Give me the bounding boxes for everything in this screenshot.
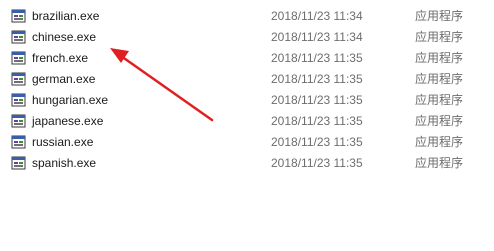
file-row-russian[interactable]: russian.exe 2018/11/23 11:35 应用程序 bbox=[0, 132, 494, 153]
file-type: 应用程序 bbox=[415, 72, 464, 86]
file-row-hungarian[interactable]: hungarian.exe 2018/11/23 11:35 应用程序 bbox=[0, 90, 494, 111]
file-name[interactable]: russian.exe bbox=[32, 134, 93, 150]
file-row-german[interactable]: german.exe 2018/11/23 11:35 应用程序 bbox=[0, 69, 494, 90]
file-type: 应用程序 bbox=[415, 114, 464, 128]
file-modified-date: 2018/11/23 11:34 bbox=[271, 30, 363, 44]
file-type: 应用程序 bbox=[415, 93, 464, 107]
exe-file-icon bbox=[11, 30, 26, 44]
file-type: 应用程序 bbox=[415, 30, 464, 44]
file-type: 应用程序 bbox=[415, 135, 464, 149]
file-list-view: brazilian.exe 2018/11/23 11:34 应用程序 chin… bbox=[0, 0, 494, 251]
file-name[interactable]: french.exe bbox=[32, 50, 88, 66]
file-name[interactable]: chinese.exe bbox=[32, 29, 96, 45]
file-modified-date: 2018/11/23 11:35 bbox=[271, 93, 363, 107]
file-modified-date: 2018/11/23 11:35 bbox=[271, 72, 363, 86]
exe-file-icon bbox=[11, 93, 26, 107]
file-modified-date: 2018/11/23 11:35 bbox=[271, 135, 363, 149]
file-name[interactable]: hungarian.exe bbox=[32, 92, 108, 108]
file-row-french[interactable]: french.exe 2018/11/23 11:35 应用程序 bbox=[0, 48, 494, 69]
file-row-japanese[interactable]: japanese.exe 2018/11/23 11:35 应用程序 bbox=[0, 111, 494, 132]
file-row-spanish[interactable]: spanish.exe 2018/11/23 11:35 应用程序 bbox=[0, 153, 494, 174]
file-name[interactable]: german.exe bbox=[32, 71, 95, 87]
file-name[interactable]: brazilian.exe bbox=[32, 8, 99, 24]
exe-file-icon bbox=[11, 135, 26, 149]
exe-file-icon bbox=[11, 72, 26, 86]
exe-file-icon bbox=[11, 114, 26, 128]
exe-file-icon bbox=[11, 156, 26, 170]
file-modified-date: 2018/11/23 11:35 bbox=[271, 114, 363, 128]
file-name[interactable]: spanish.exe bbox=[32, 155, 96, 171]
file-row-chinese[interactable]: chinese.exe 2018/11/23 11:34 应用程序 bbox=[0, 27, 494, 48]
file-modified-date: 2018/11/23 11:35 bbox=[271, 156, 363, 170]
file-type: 应用程序 bbox=[415, 156, 464, 170]
file-type: 应用程序 bbox=[415, 9, 464, 23]
file-type: 应用程序 bbox=[415, 51, 464, 65]
file-modified-date: 2018/11/23 11:35 bbox=[271, 51, 363, 65]
file-name[interactable]: japanese.exe bbox=[32, 113, 103, 129]
file-row-brazilian[interactable]: brazilian.exe 2018/11/23 11:34 应用程序 bbox=[0, 6, 494, 27]
exe-file-icon bbox=[11, 51, 26, 65]
exe-file-icon bbox=[11, 9, 26, 23]
file-modified-date: 2018/11/23 11:34 bbox=[271, 9, 363, 23]
